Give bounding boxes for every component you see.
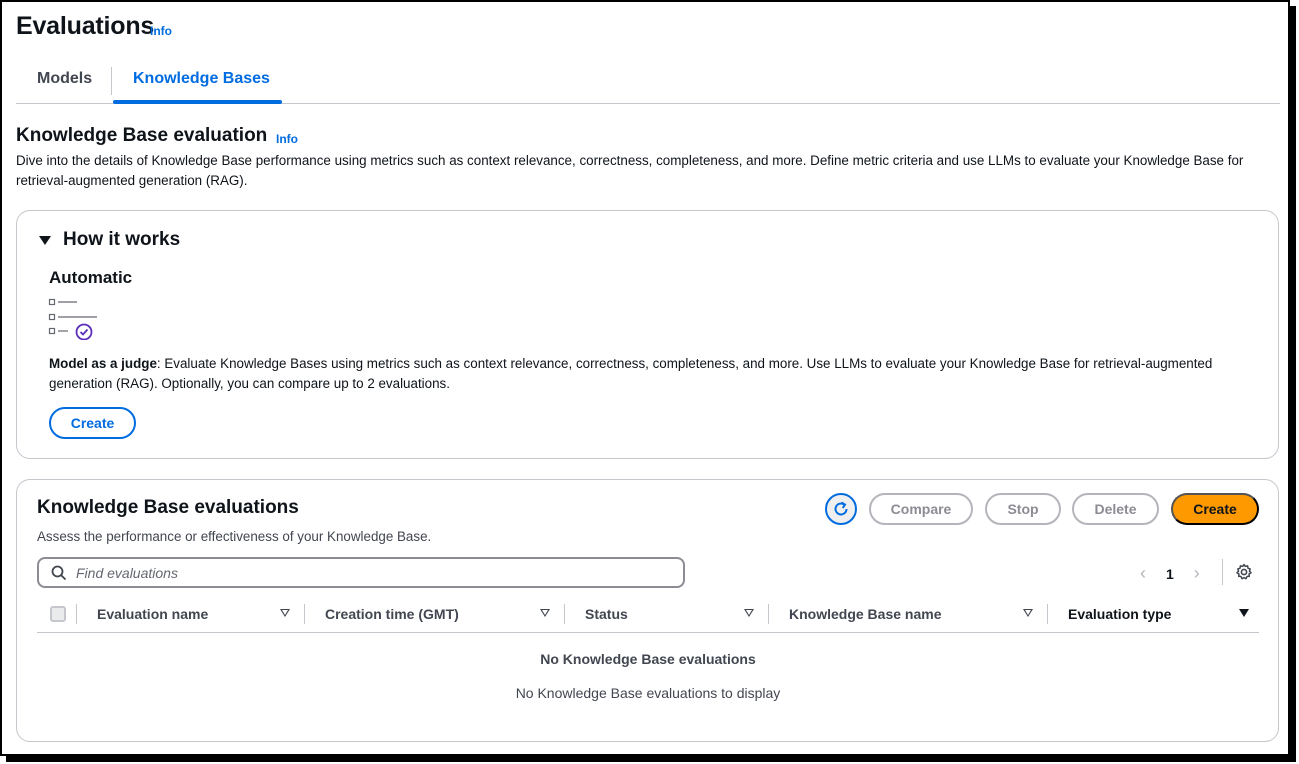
page-title: Evaluations — [16, 12, 155, 40]
section-title: Knowledge Base evaluation — [16, 125, 268, 146]
search-icon — [51, 565, 67, 580]
judge-label: Model as a judge — [49, 356, 157, 371]
console-window: Evaluations Info Models Knowledge Bases … — [0, 0, 1290, 756]
compare-button[interactable]: Compare — [869, 493, 973, 525]
column-header-evaluation-type[interactable]: Evaluation type — [1068, 606, 1171, 622]
column-header-evaluation-name[interactable]: Evaluation name — [97, 606, 208, 622]
column-separator — [76, 604, 77, 624]
column-header-knowledge-base-name[interactable]: Knowledge Base name — [789, 606, 942, 622]
select-all-checkbox[interactable] — [50, 606, 66, 622]
chevron-right-icon[interactable]: › — [1194, 563, 1200, 584]
create-evaluation-button[interactable]: Create — [49, 407, 136, 439]
caret-down-icon — [39, 235, 51, 245]
search-input[interactable] — [76, 564, 636, 581]
gear-icon[interactable] — [1235, 563, 1253, 586]
column-separator — [304, 604, 305, 624]
pagination-divider — [1222, 559, 1223, 585]
how-it-works-panel: How it works Automatic Model as a judge:… — [16, 210, 1279, 459]
search-box — [37, 557, 685, 588]
empty-state-message: No Knowledge Base evaluations to display — [515, 685, 781, 701]
section-info-link[interactable]: Info — [276, 132, 298, 146]
checklist-check-icon — [48, 296, 114, 345]
tab-bar: Models Knowledge Bases — [16, 64, 1280, 104]
column-header-status[interactable]: Status — [585, 606, 628, 622]
tab-models[interactable]: Models — [37, 70, 92, 88]
judge-text: : Evaluate Knowledge Bases using metrics… — [49, 356, 1213, 391]
sort-active-icon[interactable] — [1239, 609, 1249, 617]
chevron-left-icon[interactable]: ‹ — [1140, 563, 1146, 584]
column-separator — [564, 604, 565, 624]
evaluations-title: Knowledge Base evaluations — [37, 497, 299, 518]
frame-shadow — [6, 754, 1296, 762]
table-header: Evaluation name Creation time (GMT) Stat… — [37, 600, 1259, 633]
empty-state-title: No Knowledge Base evaluations — [540, 651, 756, 667]
evaluations-description: Assess the performance or effectiveness … — [37, 529, 432, 544]
sort-icon[interactable] — [280, 609, 290, 617]
column-separator — [1047, 604, 1048, 624]
how-it-works-toggle[interactable]: How it works — [39, 229, 180, 251]
section-description: Dive into the details of Knowledge Base … — [16, 153, 1244, 188]
pagination: ‹ 1 › — [1140, 563, 1200, 584]
sort-icon[interactable] — [744, 609, 754, 617]
refresh-button[interactable] — [825, 493, 857, 525]
tab-divider — [111, 67, 112, 95]
column-header-creation-time[interactable]: Creation time (GMT) — [325, 606, 459, 622]
create-button[interactable]: Create — [1171, 493, 1259, 525]
page-number[interactable]: 1 — [1166, 566, 1174, 582]
info-link[interactable]: Info — [150, 24, 172, 38]
frame-shadow — [1290, 6, 1296, 762]
evaluations-table-panel: Knowledge Base evaluations Assess the pe… — [16, 479, 1279, 742]
sort-icon[interactable] — [540, 609, 550, 617]
stop-button[interactable]: Stop — [985, 493, 1061, 525]
column-separator — [768, 604, 769, 624]
refresh-icon — [834, 501, 848, 516]
method-title: Automatic — [49, 268, 133, 287]
tab-knowledge-bases[interactable]: Knowledge Bases — [133, 70, 270, 88]
sort-icon[interactable] — [1023, 609, 1033, 617]
delete-button[interactable]: Delete — [1072, 493, 1159, 525]
active-tab-indicator — [113, 100, 282, 104]
judge-description: Model as a judge: Evaluate Knowledge Bas… — [49, 354, 1229, 394]
how-it-works-header: How it works — [63, 229, 181, 250]
